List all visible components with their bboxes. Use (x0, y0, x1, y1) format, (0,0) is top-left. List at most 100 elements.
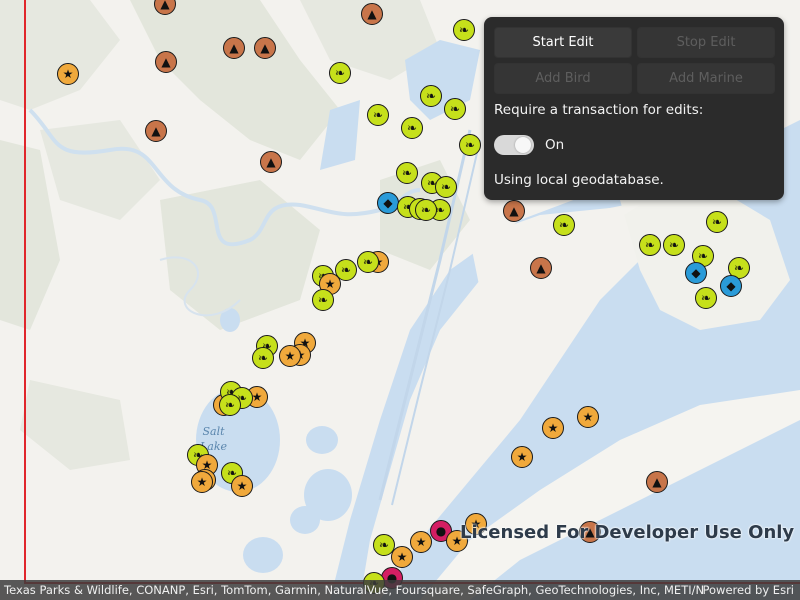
fish-marker[interactable]: ◆ (720, 275, 742, 297)
bird-icon: ❧ (420, 203, 432, 217)
bird-marker[interactable]: ❧ (396, 162, 418, 184)
invertebrate-marker[interactable]: ★ (391, 546, 413, 568)
attribution-text[interactable]: Texas Parks & Wildlife, CONANP, Esri, To… (0, 583, 703, 597)
marine-mammal-icon: ▲ (260, 41, 270, 55)
marine-mammal-icon: ▲ (161, 55, 171, 69)
fish-icon: ◆ (726, 279, 736, 293)
bird-icon: ❧ (257, 351, 269, 365)
bird-icon: ❧ (449, 102, 461, 116)
marine-mammal-icon: ▲ (367, 7, 377, 21)
marine-mammal-marker[interactable]: ▲ (503, 200, 525, 222)
add-marine-button[interactable]: Add Marine (637, 63, 775, 94)
marine-mammal-marker[interactable]: ▲ (223, 37, 245, 59)
bird-marker[interactable]: ❧ (453, 19, 475, 41)
lake-label-line1: Salt (202, 425, 225, 438)
starfish-icon: ★ (324, 277, 336, 291)
developer-watermark: Licensed For Developer Use Only (460, 522, 795, 543)
bird-marker[interactable]: ❧ (415, 199, 437, 221)
bird-marker[interactable]: ❧ (459, 134, 481, 156)
marine-mammal-marker[interactable]: ▲ (530, 257, 552, 279)
marine-mammal-icon: ▲ (151, 124, 161, 138)
add-bird-button[interactable]: Add Bird (494, 63, 632, 94)
toggle-state-label: On (545, 137, 565, 153)
bird-marker[interactable]: ❧ (444, 98, 466, 120)
bird-marker[interactable]: ❧ (401, 117, 423, 139)
starfish-icon: ★ (196, 475, 208, 489)
invertebrate-marker[interactable]: ★ (57, 63, 79, 85)
bird-marker[interactable]: ❧ (639, 234, 661, 256)
fish-marker[interactable]: ◆ (377, 192, 399, 214)
starfish-icon: ★ (547, 421, 559, 435)
marine-mammal-icon: ▲ (652, 475, 662, 489)
bird-icon: ❧ (401, 166, 413, 180)
crab-icon: ● (435, 524, 447, 538)
fish-icon: ◆ (691, 266, 701, 280)
bird-marker[interactable]: ❧ (420, 85, 442, 107)
invertebrate-marker[interactable]: ★ (231, 475, 253, 497)
marine-mammal-marker[interactable]: ▲ (361, 3, 383, 25)
bird-marker[interactable]: ❧ (435, 176, 457, 198)
bird-icon: ❧ (425, 89, 437, 103)
bird-icon: ❧ (733, 261, 745, 275)
attribution-bar: Texas Parks & Wildlife, CONANP, Esri, To… (0, 580, 800, 600)
fish-icon: ◆ (383, 196, 393, 210)
bird-icon: ❧ (700, 291, 712, 305)
marine-mammal-icon: ▲ (266, 155, 276, 169)
bird-icon: ❧ (697, 249, 709, 263)
bird-marker[interactable]: ❧ (252, 347, 274, 369)
starfish-icon: ★ (284, 349, 296, 363)
transaction-toggle[interactable] (494, 135, 534, 155)
bird-icon: ❧ (458, 23, 470, 37)
starfish-icon: ★ (582, 410, 594, 424)
bird-marker[interactable]: ❧ (329, 62, 351, 84)
invertebrate-marker[interactable]: ★ (410, 531, 432, 553)
lake (290, 506, 320, 534)
bird-icon: ❧ (224, 398, 236, 412)
bird-icon: ❧ (464, 138, 476, 152)
status-text: Using local geodatabase. (494, 172, 664, 188)
invertebrate-marker[interactable]: ★ (511, 446, 533, 468)
bird-icon: ❧ (440, 180, 452, 194)
invertebrate-marker[interactable]: ★ (279, 345, 301, 367)
marine-mammal-icon: ▲ (536, 261, 546, 275)
marine-mammal-icon: ▲ (229, 41, 239, 55)
invertebrate-marker[interactable]: ★ (542, 417, 564, 439)
bird-marker[interactable]: ❧ (706, 211, 728, 233)
marine-mammal-marker[interactable]: ▲ (646, 471, 668, 493)
transaction-label: Require a transaction for edits: (494, 102, 704, 118)
invertebrate-marker[interactable]: ★ (577, 406, 599, 428)
fish-marker[interactable]: ◆ (685, 262, 707, 284)
marine-mammal-marker[interactable]: ▲ (155, 51, 177, 73)
starfish-icon: ★ (516, 450, 528, 464)
lake (306, 426, 338, 454)
marine-mammal-icon: ▲ (160, 0, 170, 11)
bird-icon: ❧ (406, 121, 418, 135)
marine-mammal-marker[interactable]: ▲ (260, 151, 282, 173)
starfish-icon: ★ (415, 535, 427, 549)
bird-marker[interactable]: ❧ (219, 394, 241, 416)
powered-by-esri[interactable]: Powered by Esri (703, 583, 800, 597)
bird-marker[interactable]: ❧ (553, 214, 575, 236)
bird-marker[interactable]: ❧ (312, 289, 334, 311)
bird-marker[interactable]: ❧ (367, 104, 389, 126)
starfish-icon: ★ (396, 550, 408, 564)
stop-edit-button[interactable]: Stop Edit (637, 27, 775, 58)
bird-icon: ❧ (317, 293, 329, 307)
bird-icon: ❧ (362, 255, 374, 269)
toggle-knob[interactable] (515, 137, 531, 153)
marine-mammal-marker[interactable]: ▲ (145, 120, 167, 142)
lake (243, 537, 283, 573)
bird-icon: ❧ (668, 238, 680, 252)
bird-marker[interactable]: ❧ (695, 287, 717, 309)
bird-icon: ❧ (644, 238, 656, 252)
starfish-icon: ★ (251, 390, 263, 404)
bird-icon: ❧ (558, 218, 570, 232)
starfish-icon: ★ (62, 67, 74, 81)
bird-marker[interactable]: ❧ (663, 234, 685, 256)
invertebrate-marker[interactable]: ★ (191, 471, 213, 493)
bird-marker[interactable]: ❧ (373, 534, 395, 556)
bird-marker[interactable]: ❧ (357, 251, 379, 273)
marine-mammal-marker[interactable]: ▲ (254, 37, 276, 59)
edit-panel: Start Edit Stop Edit Add Bird Add Marine… (484, 17, 784, 200)
start-edit-button[interactable]: Start Edit (494, 27, 632, 58)
